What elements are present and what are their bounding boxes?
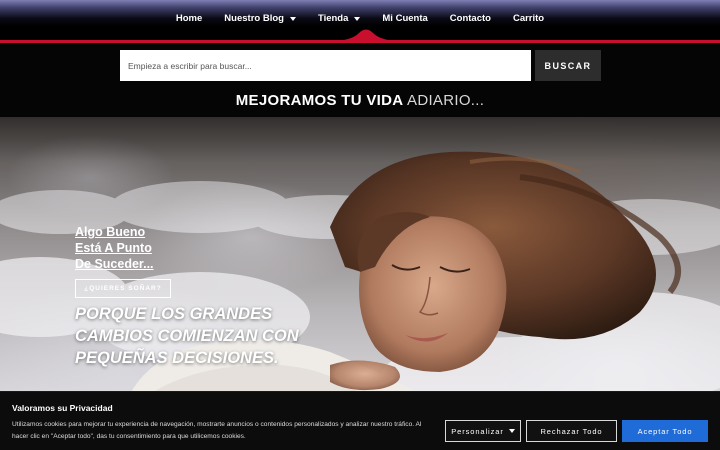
dream-cta-button[interactable]: ¿QUIERES SOÑAR? [75,279,171,298]
nav-item-home[interactable]: Home [165,13,213,24]
nav-item-carrito[interactable]: Carrito [502,13,555,24]
nav-item-label: Mi Cuenta [382,13,428,24]
search-input[interactable] [120,50,531,81]
hero-banner: Algo Bueno Está A Punto De Suceder... ¿Q… [0,117,720,394]
cookie-description: Utilizamos cookies para mejorar tu exper… [12,421,422,440]
tagline-main: MEJORAMOS TU VIDA [235,92,404,109]
nav-item-label: Carrito [512,13,545,24]
customize-button[interactable]: Personalizar [445,420,521,442]
search-section: BUSCAR MEJORAMOS TU VIDA ADIARIO... [0,43,720,117]
nav-item-blog[interactable]: Nuestro Blog [213,13,307,24]
cookie-consent-banner: Valoramos su Privacidad Utilizamos cooki… [0,391,720,450]
cookie-title: Valoramos su Privacidad [12,403,113,413]
hero-link-line: Está A Punto [75,241,152,255]
quote-line: CAMBIOS COMIENZAN CON [75,327,299,345]
nav-item-label: Contacto [449,13,491,24]
nav-item-tienda[interactable]: Tienda [307,13,371,24]
nav-menu: Home Nuestro Blog Tienda Mi Cuenta Conta… [0,13,720,24]
hero-link-line: De Suceder... [75,257,154,271]
hero-link-line: Algo Bueno [75,225,146,239]
nav-item-label: Nuestro Blog [224,13,284,24]
quote-line: PEQUEÑAS DECISIONES. [75,349,279,367]
nav-item-label: Tienda [317,13,349,24]
hero-quote: PORQUE LOS GRANDES CAMBIOS COMIENZAN CON… [75,303,355,369]
top-navigation: Home Nuestro Blog Tienda Mi Cuenta Conta… [0,0,720,44]
customize-label: Personalizar [451,426,504,436]
chevron-down-icon [354,16,361,21]
accept-all-button[interactable]: Aceptar Todo [622,420,708,442]
hero-headline-link[interactable]: Algo Bueno Está A Punto De Suceder... [75,224,175,272]
reject-all-button[interactable]: Rechazar Todo [526,420,617,442]
nav-item-label: Home [175,13,203,24]
nav-item-contacto[interactable]: Contacto [439,13,502,24]
tagline-accent: ADIARIO... [407,92,485,109]
search-button[interactable]: BUSCAR [535,50,601,81]
chevron-down-icon [508,429,515,433]
quote-line: PORQUE LOS GRANDES [75,305,273,323]
site-tagline: MEJORAMOS TU VIDA ADIARIO... [0,92,720,109]
nav-item-mi-cuenta[interactable]: Mi Cuenta [371,13,438,24]
chevron-down-icon [289,16,296,21]
